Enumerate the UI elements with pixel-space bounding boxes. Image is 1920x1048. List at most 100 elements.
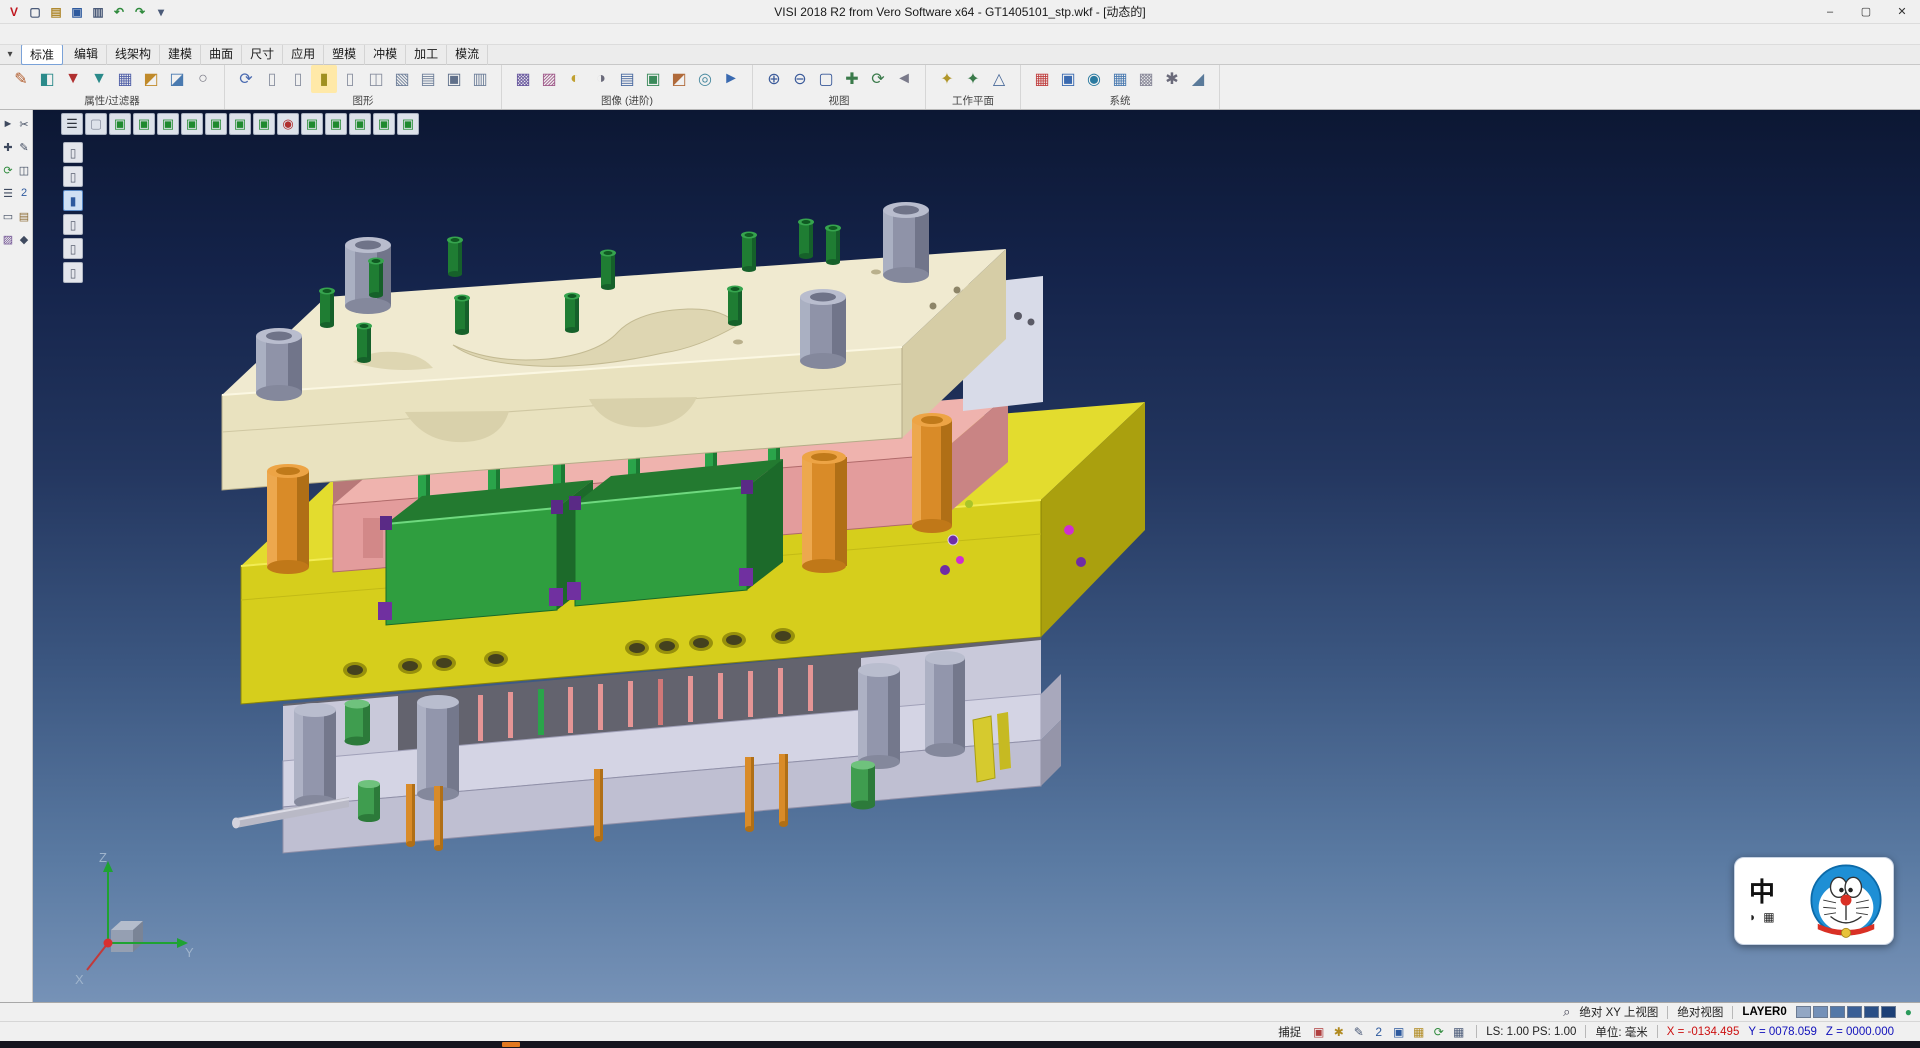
selection-set-1-icon[interactable]: ▯ (63, 142, 83, 163)
workflow-tab[interactable]: 模流 (447, 44, 488, 65)
materials-palette-icon[interactable]: ▨ (0, 229, 16, 249)
wireframe-cylinder-icon[interactable]: ▯ (259, 65, 285, 93)
attribute-brush-icon[interactable]: ✎ (8, 65, 34, 93)
tab-dropdown-icon[interactable]: ▾ (2, 49, 18, 60)
screen-status-icon[interactable]: ▣ (1390, 1024, 1407, 1040)
edit-status-icon[interactable]: ✎ (1350, 1024, 1367, 1040)
animation-icon[interactable]: ► (718, 65, 744, 93)
zoom-window-icon[interactable]: ▢ (813, 65, 839, 93)
rotate-center-icon[interactable]: ◉ (277, 113, 299, 135)
ime-panel[interactable]: 中 ◗ ▦ (1734, 857, 1894, 945)
menu-item[interactable] (202, 32, 216, 36)
data-table-icon[interactable]: ▦ (1107, 65, 1133, 93)
view-iso-icon[interactable]: ▣ (109, 113, 131, 135)
menu-item[interactable] (230, 32, 244, 36)
globe-icon[interactable]: ◉ (1081, 65, 1107, 93)
database-status-icon[interactable]: ▦ (1410, 1024, 1427, 1040)
mirror-icon[interactable]: ◫ (16, 160, 32, 180)
filter-elements-icon[interactable]: ▼ (60, 65, 86, 93)
menu-item[interactable] (76, 32, 90, 36)
units-label[interactable]: 单位: 毫米 (1595, 1024, 1647, 1040)
show-edges-icon[interactable]: ▤ (415, 65, 441, 93)
lock-status-icon[interactable]: ▣ (1310, 1024, 1327, 1040)
layer-color-swatch[interactable] (1796, 1006, 1811, 1018)
layer-color-swatch[interactable] (1830, 1006, 1845, 1018)
workflow-tab[interactable]: 应用 (283, 44, 324, 65)
ghost-cylinder-icon[interactable]: ◫ (363, 65, 389, 93)
menu-item[interactable] (146, 32, 160, 36)
menu-item[interactable] (90, 32, 104, 36)
menu-item[interactable] (34, 32, 48, 36)
hidden-line-cylinder-icon[interactable]: ▯ (285, 65, 311, 93)
layer-color-swatch[interactable] (1881, 1006, 1896, 1018)
undo-icon[interactable]: ↶ (109, 2, 129, 22)
layer-color-swatch[interactable] (1847, 1006, 1862, 1018)
view-bottom-icon[interactable]: ▣ (253, 113, 275, 135)
pan-view-icon[interactable]: ✚ (839, 65, 865, 93)
menu-item[interactable] (188, 32, 202, 36)
gear-status-icon[interactable]: ✱ (1330, 1024, 1347, 1040)
workflow-tab[interactable]: 加工 (406, 44, 447, 65)
previous-view-icon[interactable]: ◄ (891, 65, 917, 93)
view-back-icon[interactable]: ▣ (181, 113, 203, 135)
menu-item[interactable] (216, 32, 230, 36)
workflow-tab[interactable]: 冲模 (365, 44, 406, 65)
mode-2d-status-icon[interactable]: 2 (1370, 1024, 1387, 1040)
annotate-icon[interactable]: ▤ (16, 206, 32, 226)
menu-item[interactable] (160, 32, 174, 36)
selection-set-3-icon[interactable]: ▮ (63, 190, 83, 211)
materials-icon[interactable]: ◩ (666, 65, 692, 93)
menu-item[interactable] (132, 32, 146, 36)
selection-set-6-icon[interactable]: ▯ (63, 262, 83, 283)
measure-icon[interactable]: ▭ (0, 206, 16, 226)
view-axono-se-icon[interactable]: ▣ (349, 113, 371, 135)
layer-color-swatch[interactable] (1864, 1006, 1879, 1018)
maximize-button[interactable]: ▢ (1848, 0, 1884, 23)
ime-keyboard-icon[interactable]: ▦ (1763, 910, 1774, 924)
workplane-auto-icon[interactable]: ✦ (934, 65, 960, 93)
monitor-icon[interactable]: ▣ (1055, 65, 1081, 93)
ime-mode-indicator[interactable]: 中 (1749, 879, 1775, 905)
zoom-out-icon[interactable]: ⊖ (787, 65, 813, 93)
view-axono-sw-icon[interactable]: ▣ (373, 113, 395, 135)
ime-moon-icon[interactable]: ◗ (1749, 910, 1756, 924)
redo-icon[interactable]: ↷ (130, 2, 150, 22)
shade-box-icon[interactable]: ▣ (441, 65, 467, 93)
workflow-tab[interactable]: 塑模 (324, 44, 365, 65)
workplane-align-icon[interactable]: ✦ (960, 65, 986, 93)
calculator-icon[interactable]: ▩ (1133, 65, 1159, 93)
dimension-2d-icon[interactable]: 2 (16, 183, 32, 203)
selection-set-5-icon[interactable]: ▯ (63, 238, 83, 259)
view-reference-label[interactable]: 绝对视图 (1677, 1004, 1723, 1020)
view-axono-nw-icon[interactable]: ▣ (325, 113, 347, 135)
options-icon[interactable]: ✱ (1159, 65, 1185, 93)
taskbar-app-icon[interactable] (502, 1042, 520, 1047)
move-icon[interactable]: ✚ (0, 137, 16, 157)
menu-item[interactable] (104, 32, 118, 36)
quick-filter-icon[interactable]: ◪ (164, 65, 190, 93)
visi-logo-icon[interactable]: V (4, 2, 24, 22)
workplane-3point-icon[interactable]: △ (986, 65, 1012, 93)
lighting-icon[interactable]: ◐ (562, 65, 588, 93)
quick-access-dropdown-icon[interactable]: ▾ (151, 2, 171, 22)
print-icon[interactable]: ▥ (88, 2, 108, 22)
reflection-icon[interactable]: ◎ (692, 65, 718, 93)
menu-item[interactable] (272, 32, 286, 36)
rotate-view-icon[interactable]: ⟳ (865, 65, 891, 93)
menu-item[interactable] (62, 32, 76, 36)
layer-color-swatch[interactable] (1813, 1006, 1828, 1018)
selection-set-2-icon[interactable]: ▯ (63, 166, 83, 187)
selection-icon[interactable]: ► (0, 114, 16, 134)
refresh-status-icon[interactable]: ⟳ (1430, 1024, 1447, 1040)
workflow-tab[interactable]: 尺寸 (242, 44, 283, 65)
snap-toggle-label[interactable]: 捕捉 (1278, 1024, 1301, 1040)
advanced-shading-icon[interactable]: ▩ (510, 65, 536, 93)
attribute-match-icon[interactable]: ◧ (34, 65, 60, 93)
view-axono-ne-icon[interactable]: ▣ (301, 113, 323, 135)
shaded-cylinder-icon[interactable]: ▮ (311, 65, 337, 93)
menu-item[interactable] (244, 32, 258, 36)
perspective-icon[interactable]: ◢ (1185, 65, 1211, 93)
view-top-icon[interactable]: ▣ (133, 113, 155, 135)
active-layer-label[interactable]: LAYER0 (1742, 1006, 1786, 1018)
workflow-tab[interactable]: 线架构 (107, 44, 160, 65)
